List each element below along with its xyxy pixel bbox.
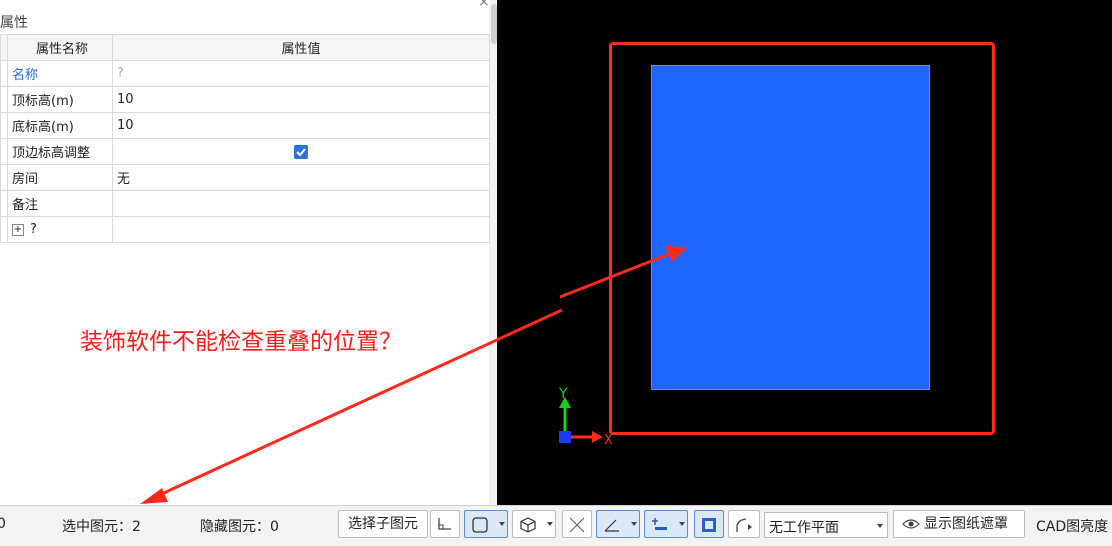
- property-value[interactable]: 10: [112, 86, 490, 113]
- corner-button[interactable]: [430, 510, 460, 538]
- property-group-label: ?: [30, 222, 37, 237]
- axis-icon: Y X: [558, 386, 613, 448]
- table-row[interactable]: 顶标高(m) 10: [0, 86, 490, 113]
- property-value[interactable]: [112, 138, 490, 165]
- selected-count: 选中图元：2: [62, 519, 141, 535]
- column-header-name: 属性名称: [7, 34, 113, 61]
- property-value[interactable]: [112, 190, 490, 217]
- scrollbar[interactable]: [489, 0, 497, 505]
- property-name: 名称: [7, 60, 113, 87]
- box-select-dropdown[interactable]: [464, 510, 508, 538]
- close-icon[interactable]: ×: [478, 0, 490, 10]
- selected-area[interactable]: [651, 65, 930, 390]
- annotation-text: 装饰软件不能检查重叠的位置？: [80, 329, 402, 355]
- curve-button[interactable]: [728, 510, 760, 538]
- property-name: 顶边标高调整: [7, 138, 113, 165]
- property-name: 顶标高(m): [7, 86, 113, 113]
- box-select-icon: [472, 517, 488, 533]
- screen-button[interactable]: [694, 510, 724, 538]
- show-mask-button[interactable]: 显示图纸遮罩: [893, 510, 1025, 538]
- property-name: +?: [7, 216, 113, 243]
- row-marker: [0, 190, 8, 217]
- property-value[interactable]: ?: [112, 60, 490, 87]
- chevron-down-icon: [679, 522, 685, 526]
- panel-title: 属性: [0, 15, 28, 31]
- table-row[interactable]: 房间 无: [0, 164, 490, 191]
- level-dropdown[interactable]: [644, 510, 688, 538]
- cross-icon: [569, 517, 585, 533]
- view-cube-dropdown[interactable]: [512, 510, 556, 538]
- angle-dropdown[interactable]: [596, 510, 640, 538]
- chevron-down-icon: [631, 522, 637, 526]
- property-name: 备注: [7, 190, 113, 217]
- screen-icon: [702, 518, 716, 532]
- property-value[interactable]: 10: [112, 112, 490, 139]
- chevron-down-icon: [877, 524, 883, 528]
- table-header-row: 属性名称 属性值: [0, 34, 490, 61]
- table-row[interactable]: 名称 ?: [0, 60, 490, 87]
- cad-brightness-label[interactable]: CAD图亮度: [1036, 516, 1108, 536]
- row-marker: [0, 216, 8, 243]
- property-table: 属性名称 属性值 名称 ? 顶标高(m) 10 底标高(m) 10 顶边标高调整: [0, 34, 490, 243]
- curve-icon: [736, 518, 752, 532]
- level-icon: [652, 518, 667, 530]
- status-bar: 0 选中图元：2 隐藏图元：0 选择子图元 无工作平面 显示图纸遮罩 CAD图亮…: [0, 505, 1112, 546]
- status-count-cut: 0: [0, 516, 6, 532]
- workplane-value: 无工作平面: [769, 520, 839, 536]
- eye-icon: [902, 519, 920, 529]
- property-value[interactable]: 无: [112, 164, 490, 191]
- chevron-down-icon: [547, 522, 553, 526]
- row-marker: [0, 164, 8, 191]
- workplane-select[interactable]: 无工作平面: [764, 512, 888, 538]
- chevron-down-icon: [499, 522, 505, 526]
- property-name: 房间: [7, 164, 113, 191]
- show-mask-label: 显示图纸遮罩: [924, 516, 1008, 532]
- row-marker: [0, 138, 8, 165]
- row-marker: [0, 86, 8, 113]
- table-row[interactable]: 顶边标高调整: [0, 138, 490, 165]
- panel-title-bar: 属性: [0, 8, 497, 34]
- hidden-count: 隐藏图元：0: [200, 519, 279, 535]
- table-row[interactable]: 备注: [0, 190, 490, 217]
- corner-icon: [438, 518, 451, 530]
- checkbox-checked-icon[interactable]: [294, 144, 308, 159]
- table-row[interactable]: 底标高(m) 10: [0, 112, 490, 139]
- properties-panel: 属性 × 属性名称 属性值 名称 ? 顶标高(m) 10 底标高(m) 10 顶…: [0, 0, 498, 505]
- property-value: [112, 216, 490, 243]
- plus-box-icon[interactable]: +: [12, 223, 24, 236]
- axis-y-label: Y: [558, 386, 568, 402]
- row-marker: [0, 112, 8, 139]
- select-child-button[interactable]: 选择子图元: [338, 510, 428, 538]
- property-name: 底标高(m): [7, 112, 113, 139]
- cube-icon: [520, 517, 536, 533]
- axis-x-label: X: [604, 433, 613, 448]
- column-header-value: 属性值: [112, 34, 490, 61]
- table-row[interactable]: +?: [0, 216, 490, 243]
- cross-button[interactable]: [562, 510, 592, 538]
- angle-icon: [604, 519, 619, 532]
- row-marker: [0, 34, 8, 61]
- row-marker: [0, 60, 8, 87]
